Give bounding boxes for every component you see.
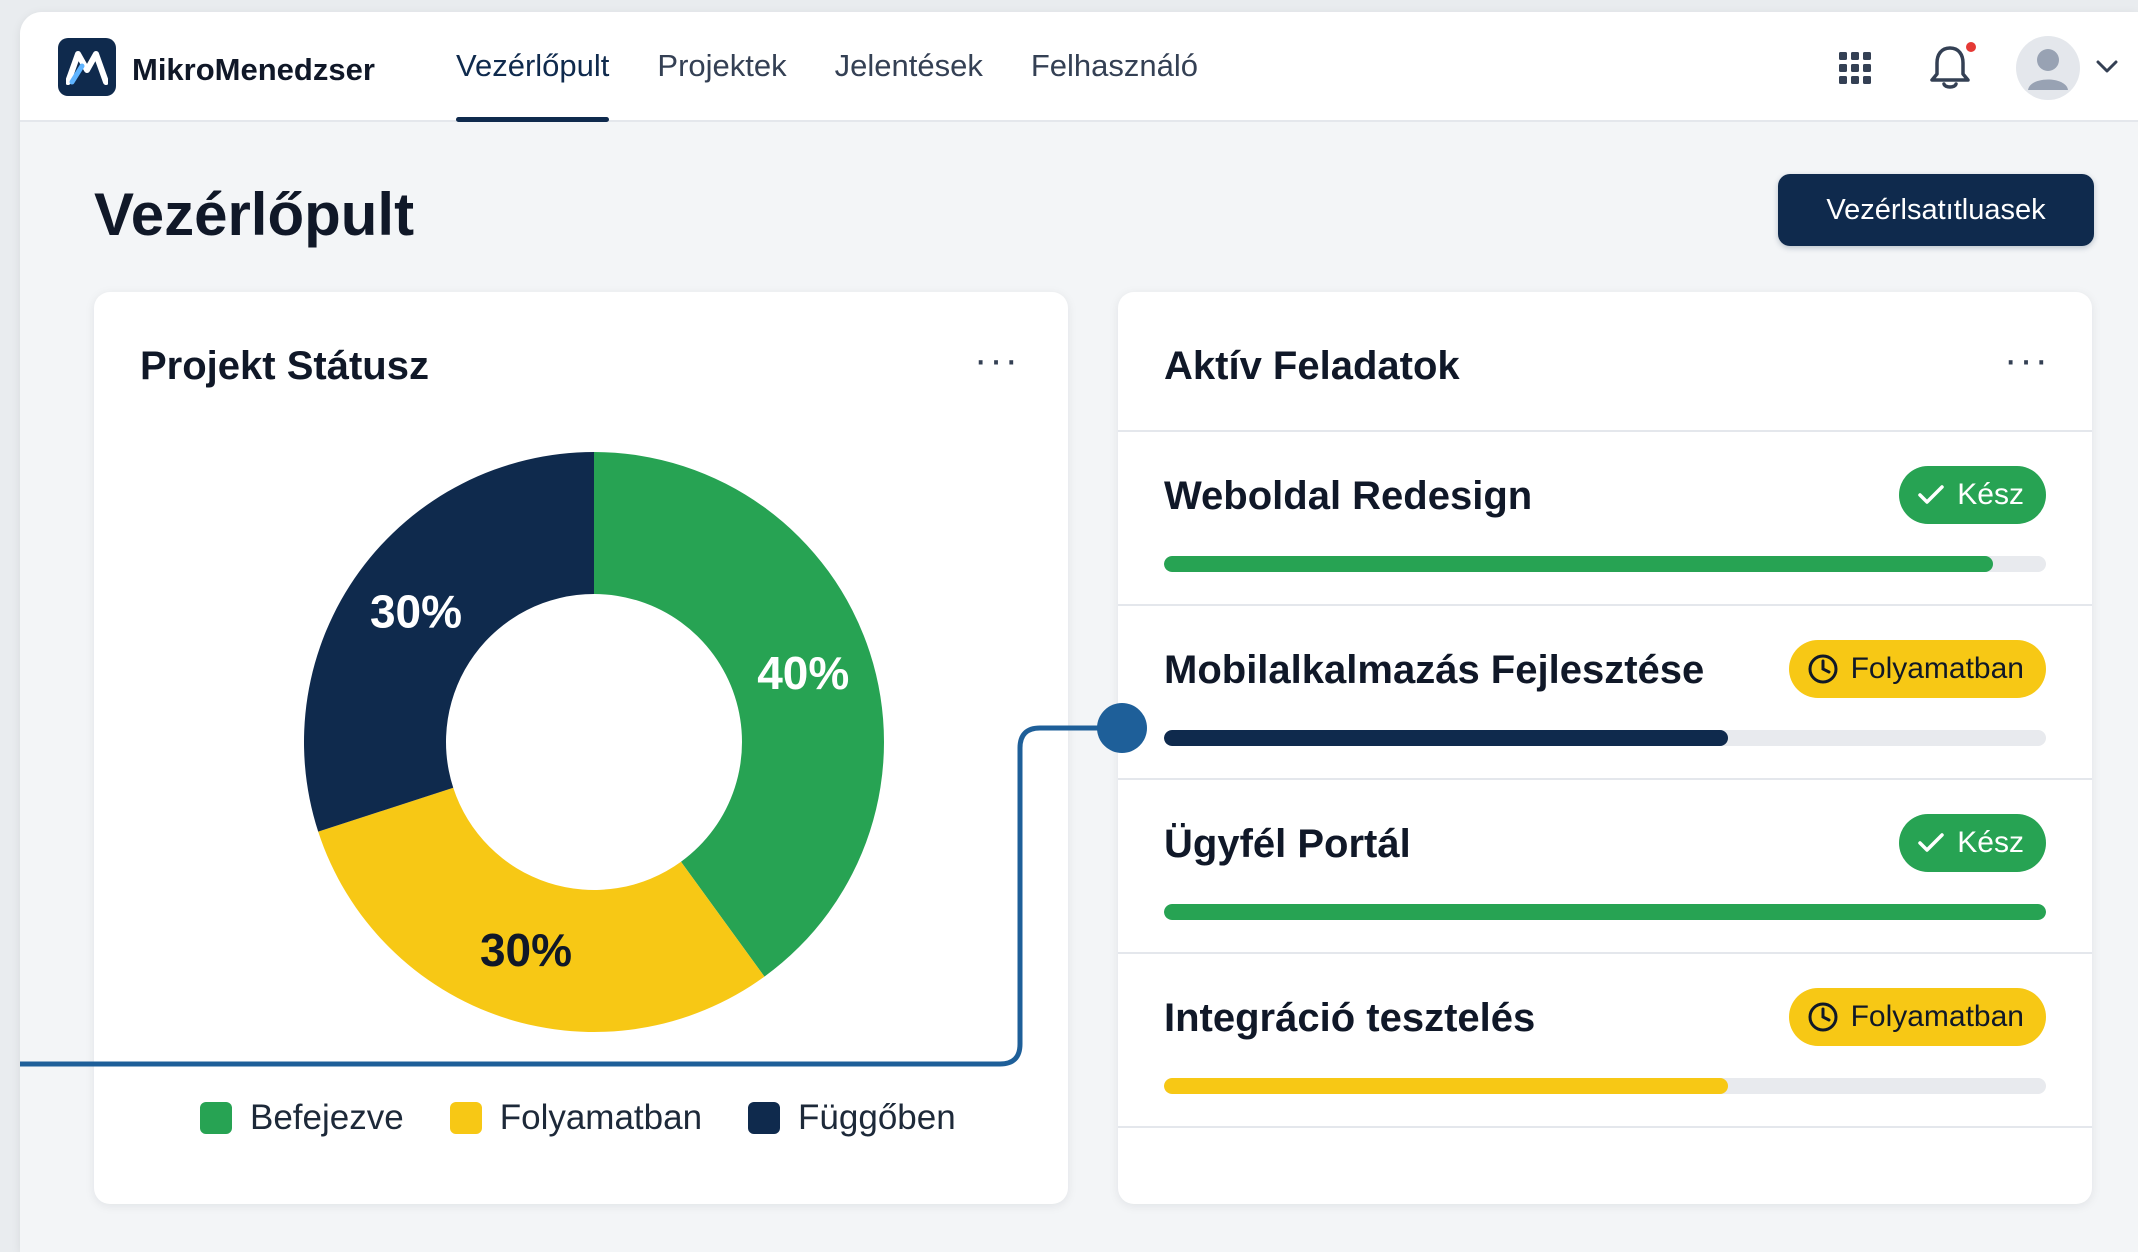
task-row[interactable]: Ügyfél Portál Kész [1118, 780, 2092, 954]
chevron-down-icon[interactable] [2096, 60, 2118, 79]
progress-bar [1164, 730, 2046, 746]
legend-label: Folyamatban [499, 1098, 703, 1137]
more-options-icon[interactable]: ··· [2004, 340, 2050, 380]
status-label: Folyamatban [1850, 1000, 2024, 1033]
nav-item-dashboard[interactable]: Vezérlőpult [456, 12, 610, 122]
page-title: Vezérlőpult [94, 181, 415, 248]
primary-action-button[interactable]: Vezérlsatıtluasek [1778, 174, 2094, 246]
more-options-icon[interactable]: ··· [974, 340, 1020, 380]
logo-mark-icon [66, 51, 108, 85]
legend-item: Befejezve [200, 1098, 404, 1138]
nav-item-projects[interactable]: Projektek [657, 12, 786, 122]
status-label: Kész [1957, 826, 2024, 859]
nav-item-reports[interactable]: Jelentések [835, 12, 983, 122]
task-name: Mobilalkalmazás Fejlesztése [1164, 648, 1705, 692]
progress-bar [1164, 904, 2046, 920]
task-name: Ügyfél Portál [1164, 822, 1411, 866]
legend-swatch [449, 1102, 482, 1134]
legend-label: Függőben [798, 1098, 956, 1137]
legend-label: Befejezve [250, 1098, 404, 1137]
status-label: Kész [1957, 478, 2024, 511]
donut-slice-függőben [303, 452, 594, 832]
check-icon [1917, 484, 1945, 506]
legend-swatch [748, 1102, 781, 1134]
legend-item: Folyamatban [449, 1098, 703, 1138]
progress-bar [1164, 1078, 2046, 1094]
chart-legend: Befejezve Folyamatban Függőben [200, 1098, 1002, 1138]
progress-fill [1164, 556, 1994, 572]
legend-swatch [200, 1102, 232, 1134]
top-navigation-bar: MikroMenedzser Vezérlőpult Projektek Jel… [20, 12, 2138, 122]
status-badge: Folyamatban [1788, 640, 2046, 698]
progress-bar [1164, 556, 2046, 572]
donut-slice-label: 30% [370, 586, 462, 638]
user-avatar-icon [2028, 49, 2068, 90]
legend-item: Függőben [748, 1098, 956, 1138]
task-name: Integráció tesztelés [1164, 996, 1536, 1040]
donut-slice-folyamatban [318, 787, 765, 1032]
nav-item-user[interactable]: Felhasználó [1031, 12, 1198, 122]
card-title: Projekt Státusz [140, 344, 429, 388]
task-row[interactable]: Mobilalkalmazás Fejlesztése Folyamatban [1118, 606, 2092, 780]
active-tasks-card: Aktív Feladatok ··· Weboldal Redesign Ké… [1118, 292, 2092, 1204]
task-row[interactable]: Integráció tesztelés Folyamatban [1118, 954, 2092, 1128]
apps-grid-icon[interactable] [1837, 50, 1873, 91]
avatar[interactable] [2016, 36, 2080, 100]
clock-icon [1807, 1001, 1839, 1033]
progress-fill [1164, 730, 1729, 746]
project-status-card: Projekt Státusz ··· 40% 30% 30% Befejezve … [94, 292, 1068, 1204]
status-badge: Kész [1899, 814, 2046, 872]
bell-icon[interactable] [1928, 40, 1978, 97]
app-name: MikroMenedzser [132, 52, 375, 87]
main-nav: Vezérlőpult Projektek Jelentések Felhasz… [456, 12, 1246, 122]
app-window: MikroMenedzser Vezérlőpult Projektek Jel… [20, 12, 2138, 1252]
notification-dot [1964, 40, 1978, 54]
clock-icon [1807, 653, 1839, 685]
status-badge: Folyamatban [1788, 988, 2046, 1046]
status-badge: Kész [1899, 466, 2046, 524]
app-logo[interactable] [58, 38, 116, 96]
donut-slice-label: 30% [480, 924, 572, 976]
progress-fill [1164, 1078, 1729, 1094]
donut-slice-label: 40% [757, 647, 849, 699]
card-title: Aktív Feladatok [1164, 344, 1460, 388]
task-name: Weboldal Redesign [1164, 474, 1533, 518]
check-icon [1917, 832, 1945, 854]
task-row[interactable]: Weboldal Redesign Kész [1118, 432, 2092, 606]
status-donut-chart: 40% 30% 30% [303, 452, 885, 1032]
progress-fill [1164, 904, 2046, 920]
status-label: Folyamatban [1850, 652, 2024, 685]
